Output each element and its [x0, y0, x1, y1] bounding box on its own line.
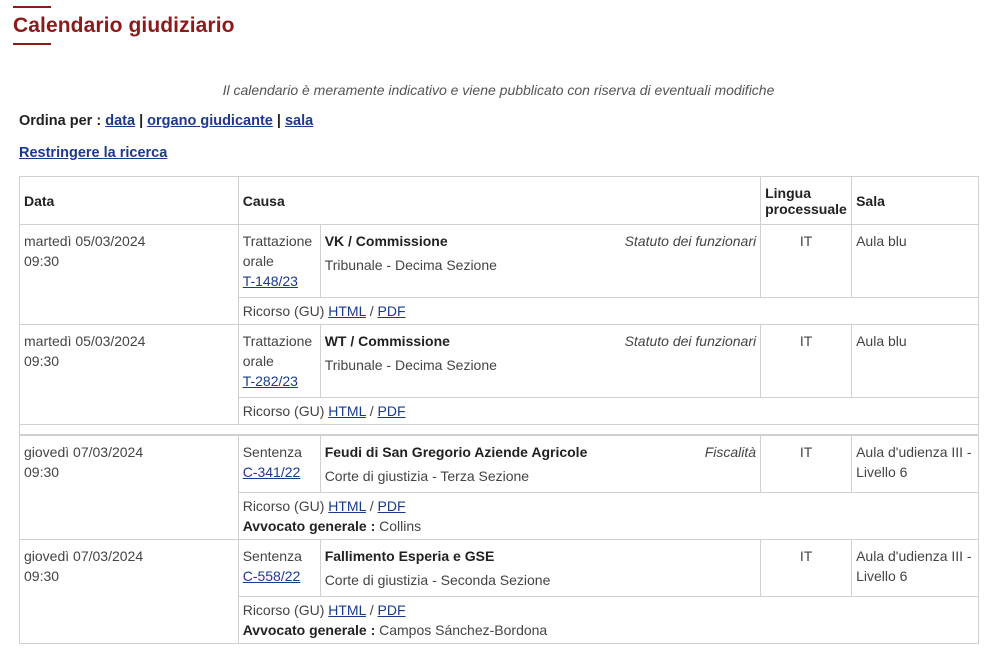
court-chamber: Corte di giustizia - Terza Sezione — [324, 467, 530, 484]
advocate-general-label: Avvocato generale : — [242, 621, 376, 638]
hearing-datetime: giovedì 07/03/2024 09:30 — [19, 538, 239, 644]
case-number-link[interactable]: T-282/23 — [243, 373, 298, 389]
restrict-search: Restringere la ricerca — [19, 145, 167, 161]
case-info-cell: VK / Commissione Statuto dei funzionari Tr… — [319, 224, 762, 298]
restrict-search-link[interactable]: Restringere la ricerca — [19, 145, 167, 161]
room-cell: Aula d'udienza III - Livello 6 — [851, 433, 979, 493]
doc-slash: / — [369, 403, 374, 419]
sort-by-court-link[interactable]: organo giudicante — [147, 113, 273, 129]
calendar-body: martedì 05/03/2024 09:30 Trattazione orale… — [19, 224, 980, 644]
pdf-doc-link[interactable]: PDF — [378, 602, 406, 618]
procedure-type-cell: Trattazione orale T-148/23 — [237, 224, 321, 298]
doc-prefix: Ricorso (GU) — [242, 303, 325, 319]
hearing-time: 09:30 — [24, 353, 60, 369]
table-row: giovedì 07/03/2024 09:30 Sentenza C-341/22 F… — [19, 433, 979, 540]
sort-separator: | — [139, 113, 144, 129]
hearing-time: 09:30 — [24, 567, 60, 584]
documents-cell: Ricorso (GU) HTML / PDF Avvocato generale… — [237, 491, 980, 540]
page-header: Calendario giudiziario — [13, 6, 235, 45]
hearing-time: 09:30 — [24, 253, 60, 269]
advocate-general-name: Campos Sánchez-Bordona — [379, 621, 548, 638]
doc-slash: / — [369, 601, 374, 618]
case-number-link[interactable]: C-341/22 — [243, 464, 301, 480]
doc-slash: / — [369, 497, 374, 514]
procedure-type: Trattazione orale — [242, 333, 313, 369]
row-separator — [19, 424, 979, 435]
html-doc-link[interactable]: HTML — [328, 602, 366, 618]
html-doc-link[interactable]: HTML — [328, 403, 366, 419]
table-header-row: Data Causa Lingua processuale Sala — [19, 176, 979, 225]
language-cell: IT — [760, 538, 853, 597]
html-doc-link[interactable]: HTML — [328, 498, 366, 514]
doc-prefix: Ricorso (GU) — [242, 601, 325, 618]
procedure-type: Trattazione orale — [242, 233, 313, 269]
hearing-date: giovedì 07/03/2024 — [24, 547, 144, 564]
separator-cell — [19, 424, 979, 435]
hearing-datetime: martedì 05/03/2024 09:30 — [19, 224, 239, 325]
case-title: VK / Commissione — [324, 233, 448, 249]
case-subject: Statuto dei funzionari — [624, 233, 757, 249]
language-cell: IT — [760, 224, 853, 298]
advocate-general-name: Collins — [379, 517, 422, 534]
case-number-link[interactable]: T-148/23 — [243, 273, 298, 289]
documents-cell: Ricorso (GU) HTML / PDF — [237, 297, 980, 325]
court-chamber: Tribunale - Decima Sezione — [324, 257, 497, 273]
room-cell: Aula d'udienza III - Livello 6 — [851, 538, 979, 597]
sort-label: Ordina per : — [19, 113, 102, 129]
procedure-type: Sentenza — [242, 443, 302, 460]
sort-by-room-link[interactable]: sala — [285, 113, 313, 129]
case-info-cell: WT / Commissione Statuto dei funzionari Tr… — [319, 324, 762, 398]
doc-prefix: Ricorso (GU) — [242, 403, 325, 419]
procedure-type-cell: Trattazione orale T-282/23 — [237, 324, 321, 398]
case-title: WT / Commissione — [324, 333, 450, 349]
doc-slash: / — [369, 303, 374, 319]
procedure-type-cell: Sentenza C-558/22 — [237, 538, 321, 597]
court-chamber: Tribunale - Decima Sezione — [324, 357, 497, 373]
case-number-link[interactable]: C-558/22 — [243, 568, 301, 584]
disclaimer-notice: Il calendario è meramente indicativo e v… — [222, 82, 775, 98]
title-accent-bar — [13, 6, 51, 8]
table-row: giovedì 07/03/2024 09:30 Sentenza C-558/22 F… — [19, 538, 979, 644]
table-row: martedì 05/03/2024 09:30 Trattazione orale… — [19, 224, 979, 325]
calendar-table: Data Causa Lingua processuale Sala marte… — [19, 176, 980, 644]
documents-cell: Ricorso (GU) HTML / PDF — [237, 397, 980, 425]
advocate-general-label: Avvocato generale : — [242, 517, 376, 534]
case-subject: Fiscalità — [704, 443, 757, 460]
title-accent-bar-bottom — [13, 43, 51, 45]
case-title: Fallimento Esperia e GSE — [324, 547, 495, 564]
case-title: Feudi di San Gregorio Aziende Agricole — [324, 443, 588, 460]
case-subject: Statuto dei funzionari — [624, 333, 757, 349]
pdf-doc-link[interactable]: PDF — [378, 498, 406, 514]
header-date: Data — [19, 176, 239, 225]
header-room: Sala — [851, 176, 979, 225]
sort-bar: Ordina per : data | organo giudicante | … — [19, 113, 313, 129]
sort-separator: | — [276, 113, 281, 129]
documents-cell: Ricorso (GU) HTML / PDF Avvocato generale… — [237, 595, 980, 644]
hearing-date: martedì 05/03/2024 — [24, 333, 146, 349]
hearing-datetime: martedì 05/03/2024 09:30 — [19, 324, 239, 425]
hearing-time: 09:30 — [24, 463, 60, 480]
hearing-datetime: giovedì 07/03/2024 09:30 — [19, 433, 239, 540]
case-info-cell: Fallimento Esperia e GSE Corte di giustiz… — [319, 538, 762, 597]
pdf-doc-link[interactable]: PDF — [378, 303, 406, 319]
room-cell: Aula blu — [851, 224, 979, 298]
case-info-cell: Feudi di San Gregorio Aziende Agricole Fi… — [319, 433, 762, 493]
sort-by-date-link[interactable]: data — [105, 113, 135, 129]
court-chamber: Corte di giustizia - Seconda Sezione — [324, 571, 551, 588]
hearing-date: martedì 05/03/2024 — [24, 233, 146, 249]
language-cell: IT — [760, 433, 853, 493]
header-language: Lingua processuale — [760, 176, 853, 225]
doc-prefix: Ricorso (GU) — [242, 497, 325, 514]
pdf-doc-link[interactable]: PDF — [378, 403, 406, 419]
table-row: martedì 05/03/2024 09:30 Trattazione orale… — [19, 324, 979, 425]
procedure-type-cell: Sentenza C-341/22 — [237, 433, 321, 493]
procedure-type: Sentenza — [242, 547, 302, 564]
language-cell: IT — [760, 324, 853, 398]
page-title: Calendario giudiziario — [13, 14, 235, 37]
room-cell: Aula blu — [851, 324, 979, 398]
hearing-date: giovedì 07/03/2024 — [24, 443, 144, 460]
html-doc-link[interactable]: HTML — [328, 303, 366, 319]
header-cause: Causa — [237, 176, 762, 225]
